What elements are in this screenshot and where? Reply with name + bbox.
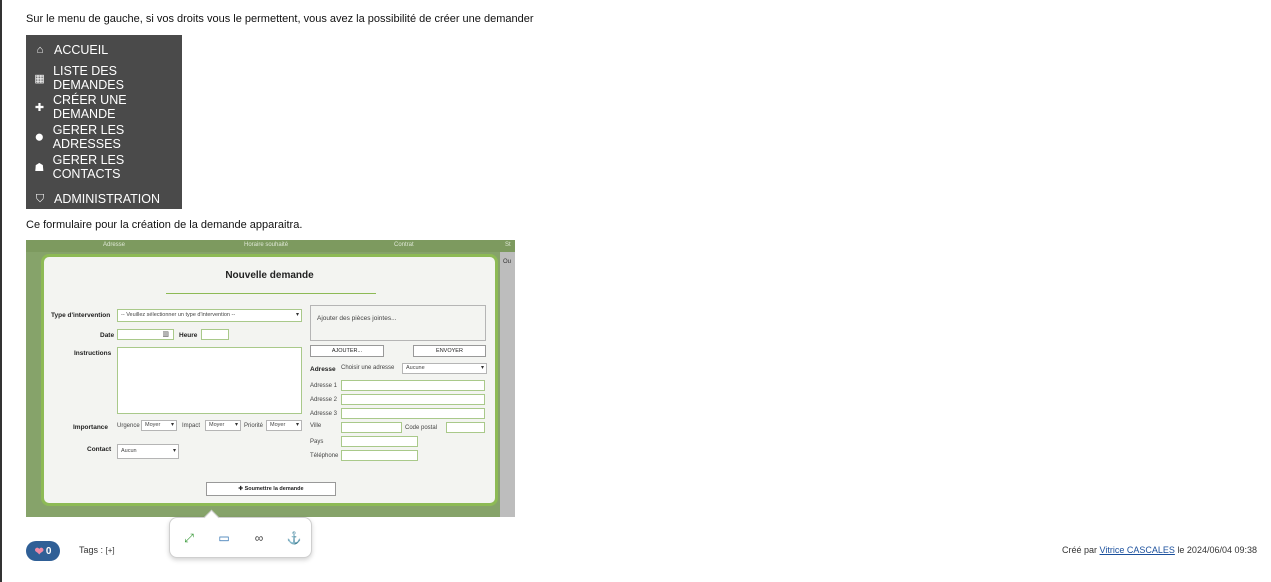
menu-screenshot: ⌂ ACCUEIL ▦ LISTE DES DEMANDES ✚ CRÉER U… <box>26 35 182 209</box>
attachments-box: Ajouter des pièces jointes... <box>310 305 486 341</box>
shot-header-col: Adresse <box>103 242 126 248</box>
menu-item-accueil: ⌂ ACCUEIL <box>26 35 182 65</box>
adresse-label: Adresse <box>310 366 336 373</box>
shot-header-col: Contrat <box>394 242 414 248</box>
intro-text: Sur le menu de gauche, si vos droits vou… <box>26 13 534 25</box>
shot-right-panel: Ou <box>500 252 515 517</box>
form-title: Nouvelle demande <box>225 270 314 281</box>
menu-item-creer: ✚ CRÉER UNE DEMANDE <box>26 92 182 122</box>
code-postal-label: Code postal <box>405 425 438 431</box>
type-label: Type d'intervention <box>51 312 111 319</box>
created-prefix: Créé par <box>1062 545 1098 555</box>
heure-label: Heure <box>179 332 198 339</box>
menu-item-adresses: ⬤ GERER LES ADRESSES <box>26 122 182 152</box>
intro2-text: Ce formulaire pour la création de la dem… <box>26 219 303 231</box>
contact-select: Aucun <box>117 444 179 459</box>
type-select: -- Veuillez sélectionner un type d'inter… <box>117 309 302 322</box>
menu-item-contacts: ☗ GERER LES CONTACTS <box>26 152 182 182</box>
menu-item-liste: ▦ LISTE DES DEMANDES <box>26 63 182 93</box>
choisir-label: Choisir une adresse <box>341 365 395 371</box>
priorite-label: Priorité <box>244 423 264 429</box>
menu-item-administration: ⛉ ADMINISTRATION <box>26 184 182 214</box>
like-count: 0 <box>45 545 52 557</box>
code-postal-field <box>446 422 485 433</box>
menu-item-label: ADMINISTRATION <box>54 192 161 206</box>
contact-label: Contact <box>87 446 112 453</box>
adresse3-label: Adresse 3 <box>310 411 338 417</box>
like-button[interactable]: ❤ 0 <box>26 541 60 561</box>
map-marker-icon: ⬤ <box>35 134 44 141</box>
pays-field <box>341 436 418 447</box>
submit-button: ✚ Soumettre la demande <box>206 482 336 496</box>
home-icon: ⌂ <box>36 44 44 56</box>
created-date: le 2024/06/04 09:38 <box>1177 545 1257 555</box>
telephone-label: Téléphone <box>310 453 339 459</box>
author-link[interactable]: Vitrice CASCALES <box>1100 545 1175 555</box>
pays-label: Pays <box>310 439 324 445</box>
envoyer-button: ENVOYER <box>413 345 486 357</box>
anchor-icon[interactable]: ⚓ <box>285 530 303 546</box>
shot-side-label: Ou <box>503 259 512 265</box>
instructions-textarea <box>117 347 302 414</box>
adresse3-field <box>341 408 485 419</box>
adresse2-label: Adresse 2 <box>310 397 338 403</box>
priorite-select: Moyer <box>266 420 302 431</box>
instructions-label: Instructions <box>74 350 112 357</box>
ajouter-button: AJOUTER... <box>310 345 384 357</box>
plus-icon: ✚ <box>238 486 244 492</box>
form-screenshot: Adresse Horaire souhaité Contrat St Ou N… <box>26 240 515 517</box>
image-icon[interactable]: ▭ <box>215 530 233 546</box>
adresse1-field <box>341 380 485 391</box>
users-icon: ☗ <box>34 161 45 174</box>
tags-area: Tags : [+] <box>79 545 115 555</box>
ville-label: Ville <box>310 423 322 429</box>
heart-icon: ❤ <box>34 545 44 558</box>
importance-label: Importance <box>73 424 109 431</box>
menu-item-label: LISTE DES DEMANDES <box>53 64 124 92</box>
telephone-field <box>341 450 418 461</box>
created-by: Créé par Vitrice CASCALES le 2024/06/04 … <box>1062 545 1257 555</box>
impact-select: Moyer <box>205 420 241 431</box>
image-toolbar: ⤢ ▭ ∞ ⚓ <box>169 517 312 558</box>
menu-item-label: GERER LES CONTACTS <box>52 153 125 181</box>
shot-header-col: Horaire souhaité <box>244 242 289 248</box>
adresse1-label: Adresse 1 <box>310 383 338 389</box>
tags-label: Tags : <box>79 545 104 555</box>
urgence-label: Urgence <box>117 423 140 429</box>
heure-field <box>201 329 229 340</box>
table-icon: ▦ <box>34 72 45 85</box>
menu-item-label: ACCUEIL <box>54 43 109 57</box>
calendar-icon: ▥ <box>162 331 169 338</box>
plus-icon: ✚ <box>34 101 45 114</box>
menu-item-label: CRÉER UNE DEMANDE <box>52 93 127 121</box>
shot-header: Adresse Horaire souhaité Contrat St <box>26 240 515 252</box>
choisir-select: Aucune <box>402 363 487 374</box>
title-underline <box>166 293 376 294</box>
shield-icon: ⛉ <box>35 192 45 205</box>
link-icon[interactable]: ∞ <box>250 530 268 546</box>
new-request-card: Nouvelle demande Type d'intervention -- … <box>41 254 498 506</box>
date-label: Date <box>100 332 115 339</box>
ville-field <box>341 422 402 433</box>
urgence-select: Moyer <box>141 420 177 431</box>
left-border <box>0 0 2 582</box>
impact-label: Impact <box>182 423 201 429</box>
tags-add-link[interactable]: [+] <box>106 546 115 555</box>
shot-header-col: St <box>505 242 511 248</box>
menu-item-label: GERER LES ADRESSES <box>52 123 125 151</box>
expand-icon[interactable]: ⤢ <box>180 530 198 546</box>
date-field: ▥ <box>117 329 174 340</box>
submit-label: Soumettre la demande <box>244 486 304 492</box>
adresse2-field <box>341 394 485 405</box>
